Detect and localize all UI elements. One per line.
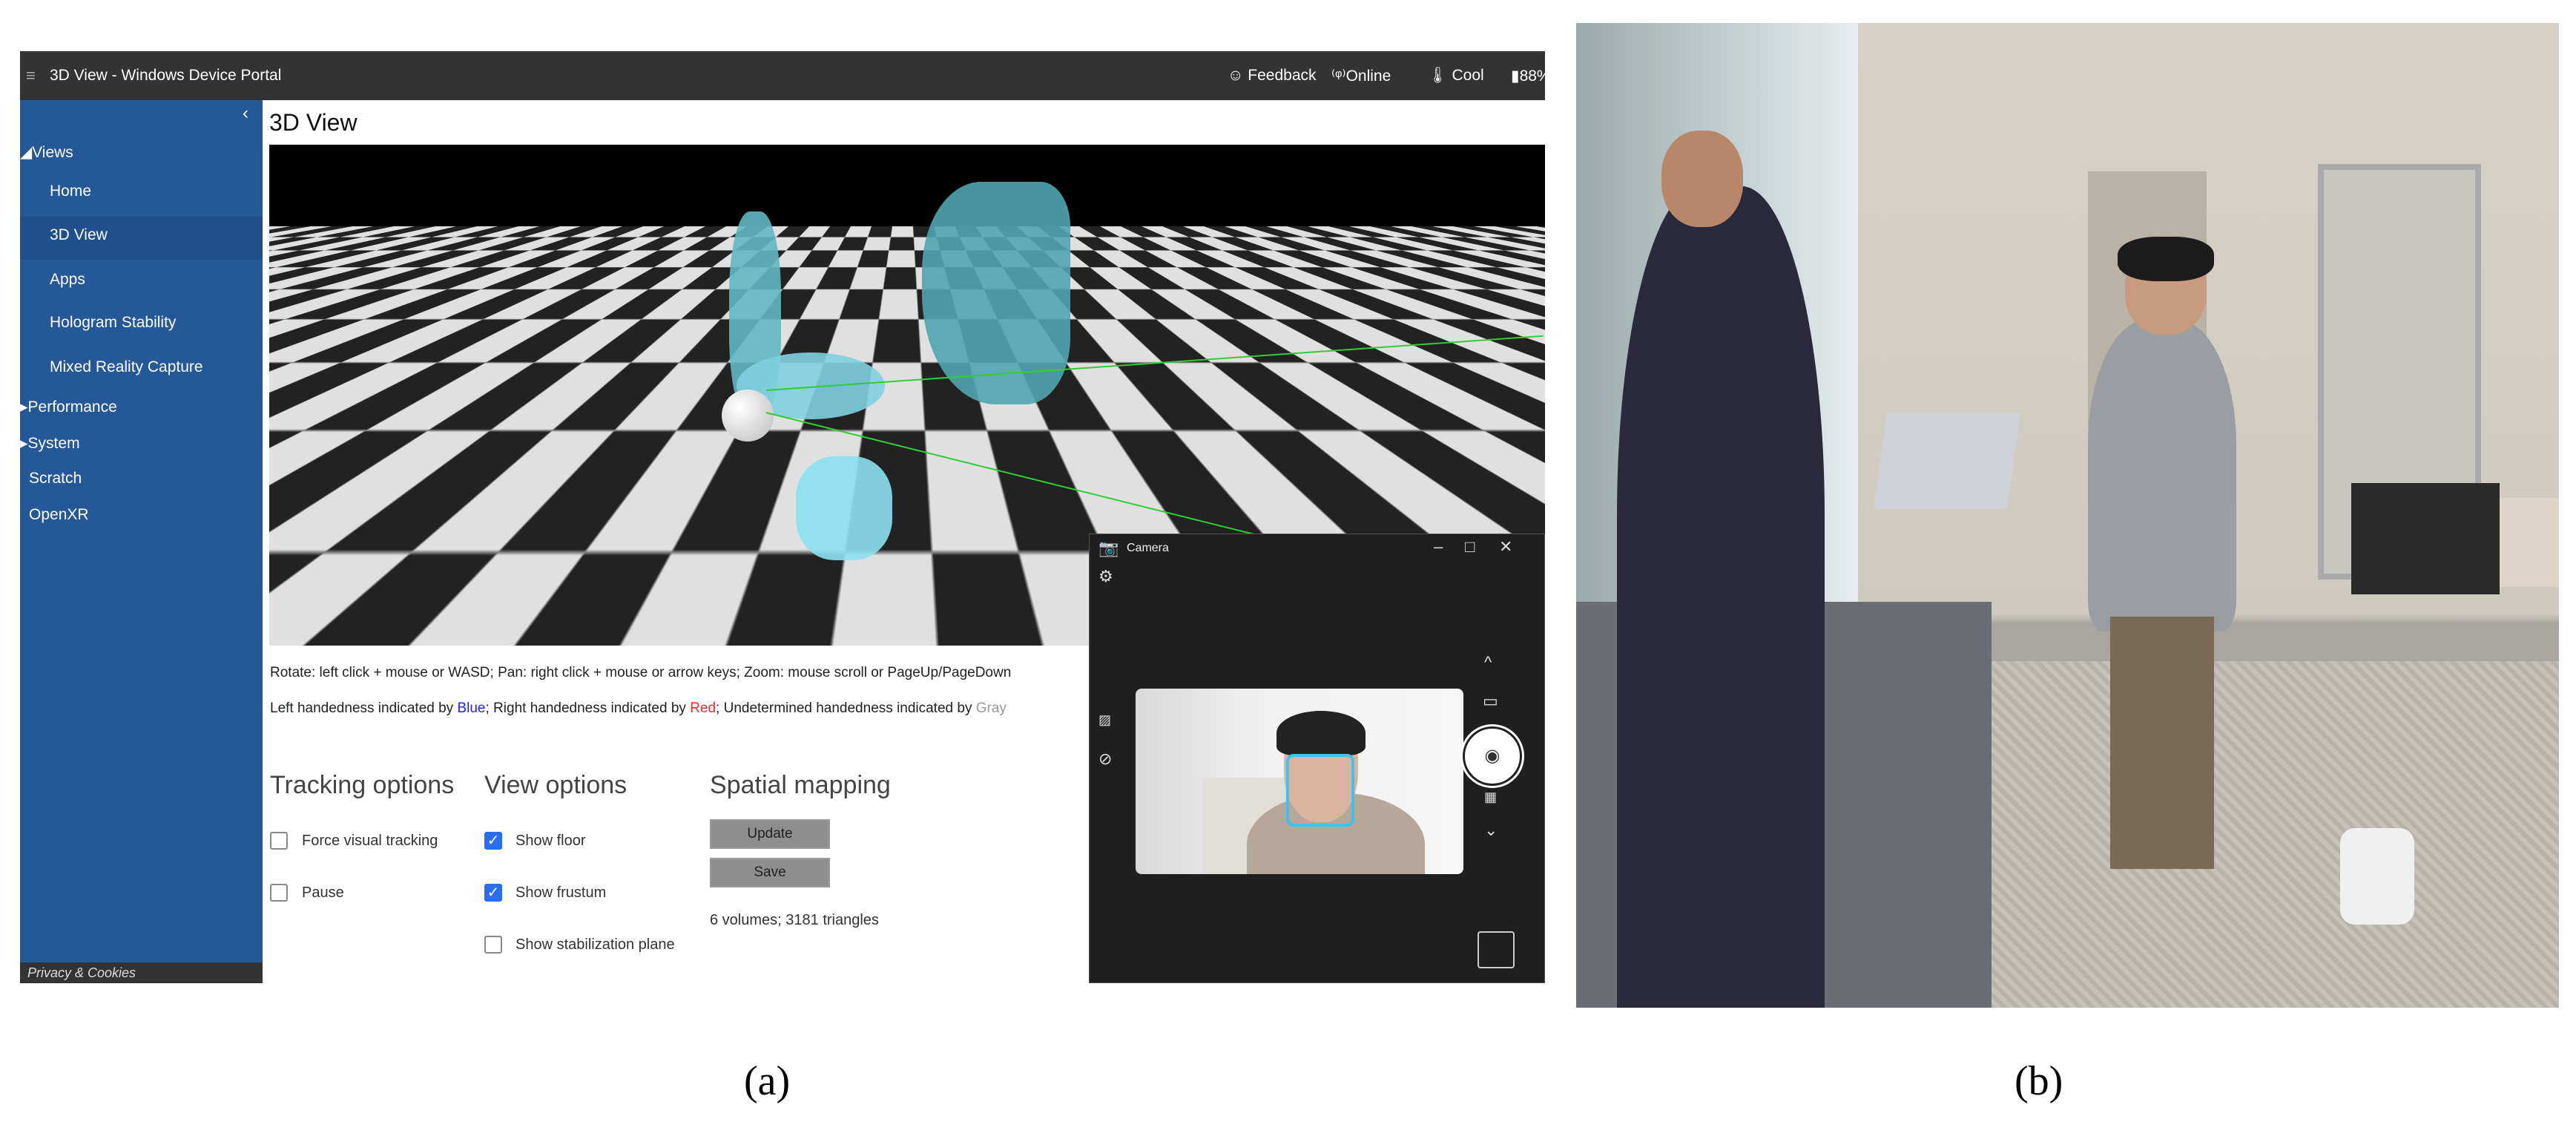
top-bar: ≡ 3D View - Windows Device Portal ☺ Feed… (20, 51, 1545, 100)
person-standing-left (1617, 186, 1825, 1008)
minimize-icon[interactable]: – (1434, 537, 1443, 557)
battery-label: 88% (1519, 68, 1545, 85)
sidebar-label: Performance (27, 398, 117, 416)
sidebar-item-scratch[interactable]: Scratch (29, 470, 82, 488)
legend-gray: Gray (975, 700, 1007, 716)
gallery-thumbnail[interactable] (1478, 931, 1515, 968)
sidebar-item-apps[interactable]: Apps (50, 271, 85, 289)
caption-a: (a) (744, 1058, 791, 1104)
camera-icon: ◉ (1484, 746, 1501, 766)
show-stabilization-plane-label: Show stabilization plane (515, 936, 675, 953)
chevron-down-icon[interactable]: ⌄ (1484, 821, 1498, 840)
checkerboard-floor (269, 145, 1545, 226)
sidebar-label: 3D View (50, 226, 108, 243)
sidebar: ‹ ◢Views Home 3D View Apps Hologram Stab… (20, 100, 263, 983)
camera-app-icon: 📷 (1098, 539, 1119, 557)
feedback-label: Feedback (1248, 67, 1317, 84)
thermal-status: 🌡 Cool (1428, 67, 1484, 85)
battery-status: ▮88% (1511, 67, 1545, 85)
privacy-cookies-link[interactable]: Privacy & Cookies (20, 962, 263, 983)
handedness-legend: Left handedness indicated by Blue; Right… (270, 700, 1007, 717)
force-visual-tracking-label: Force visual tracking (302, 833, 438, 849)
hololens-headset (2118, 237, 2214, 281)
spatial-mesh (796, 456, 892, 560)
shutter-button[interactable]: ◉ (1465, 729, 1520, 784)
hamburger-menu-icon[interactable]: ≡ (26, 66, 36, 85)
hdr-off-icon[interactable]: ▨ (1098, 712, 1111, 728)
camera-preview (1136, 689, 1463, 874)
camera-app-window: 📷 Camera – □ ✕ ⚙ ▨ ⊘ ^ ▭ ◉ ▦ ⌄ (1089, 534, 1545, 983)
show-frustum-label: Show frustum (515, 885, 607, 901)
online-status: ⁽ᵠ⁾Online (1331, 67, 1391, 85)
maximize-icon[interactable]: □ (1465, 537, 1475, 557)
wifi-icon: ⁽ᵠ⁾ (1331, 68, 1346, 85)
save-button[interactable]: Save (710, 858, 830, 887)
sidebar-group-performance[interactable]: ▸Performance (20, 398, 117, 416)
sidebar-label: Views (32, 144, 73, 161)
chevron-up-icon[interactable]: ^ (1484, 653, 1492, 672)
monitor (2351, 483, 2500, 594)
chevron-left-icon[interactable]: ‹ (243, 103, 248, 124)
person-hololens-torso (2088, 320, 2236, 631)
trash-can (2340, 828, 2414, 925)
settings-gear-icon[interactable]: ⚙ (1098, 567, 1113, 586)
controls-instructions: Rotate: left click + mouse or WASD; Pan:… (270, 665, 1012, 680)
battery-icon: ▮ (1511, 68, 1520, 85)
show-floor-checkbox[interactable]: ✓ (484, 832, 502, 850)
hololens-headset (1277, 711, 1366, 755)
view-options-heading: View options (484, 771, 627, 799)
tracking-options-heading: Tracking options (270, 771, 455, 799)
legend-blue: Blue (457, 700, 486, 716)
caption-b: (b) (2015, 1058, 2063, 1104)
sidebar-item-mixed-reality-capture[interactable]: Mixed Reality Capture (50, 358, 203, 376)
pause-label: Pause (302, 885, 344, 901)
qr-scan-icon[interactable]: ▦ (1484, 790, 1497, 805)
laptop (1873, 413, 2021, 509)
sidebar-item-3d-view[interactable]: 3D View (20, 217, 263, 260)
spatial-mapping-stats: 6 volumes; 3181 triangles (710, 912, 879, 928)
person-hololens-legs (2110, 617, 2214, 869)
pause-checkbox[interactable] (270, 884, 288, 902)
sidebar-item-openxr[interactable]: OpenXR (29, 506, 89, 524)
online-label: Online (1345, 68, 1391, 85)
feedback-button[interactable]: ☺ Feedback (1228, 67, 1317, 85)
legend-text: ; Undetermined handedness indicated by (716, 700, 976, 716)
legend-red: Red (690, 700, 717, 716)
thermometer-icon: 🌡 (1428, 67, 1452, 84)
force-visual-tracking-checkbox[interactable] (270, 832, 288, 850)
close-icon[interactable]: ✕ (1499, 537, 1512, 557)
show-floor-label: Show floor (515, 833, 586, 849)
show-frustum-checkbox[interactable]: ✓ (484, 884, 502, 902)
timer-off-icon[interactable]: ⊘ (1098, 749, 1112, 769)
page-title: 3D View (269, 109, 358, 136)
update-button[interactable]: Update (710, 819, 830, 849)
legend-text: Left handedness indicated by (270, 700, 458, 716)
sidebar-item-hologram-stability[interactable]: Hologram Stability (50, 314, 176, 332)
sidebar-group-views[interactable]: ◢Views (20, 143, 73, 162)
sidebar-group-system[interactable]: ▸System (20, 434, 80, 453)
device-portal-screenshot: ≡ 3D View - Windows Device Portal ☺ Feed… (20, 51, 1545, 983)
smiley-icon: ☺ (1228, 67, 1248, 84)
camera-window-title: Camera (1127, 542, 1169, 554)
lab-photo (1576, 23, 2559, 1008)
sidebar-item-home[interactable]: Home (50, 183, 91, 200)
face-detection-box (1286, 754, 1354, 827)
head-position-sphere (722, 390, 774, 442)
thermal-label: Cool (1452, 67, 1484, 84)
sidebar-label: System (27, 435, 80, 452)
window-title: 3D View - Windows Device Portal (50, 67, 282, 84)
person-head (1661, 131, 1743, 227)
spatial-mapping-heading: Spatial mapping (710, 771, 891, 799)
legend-text: ; Right handedness indicated by (485, 700, 691, 716)
video-mode-icon[interactable]: ▭ (1483, 692, 1498, 711)
show-stabilization-plane-checkbox[interactable] (484, 936, 502, 954)
